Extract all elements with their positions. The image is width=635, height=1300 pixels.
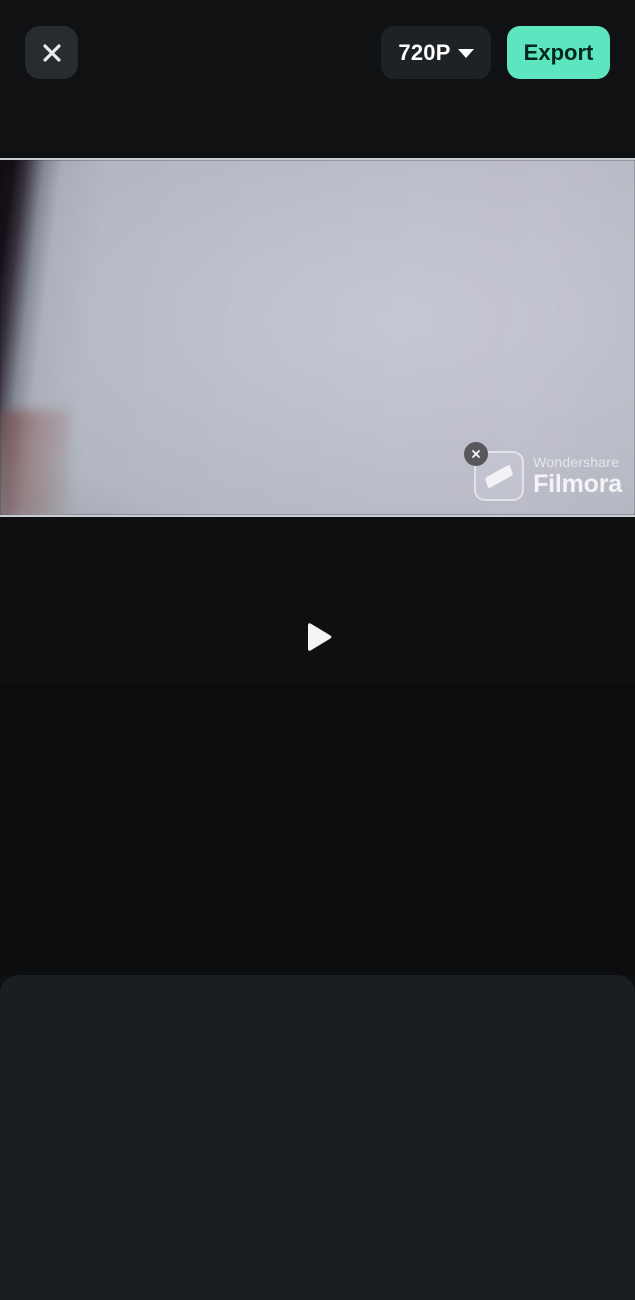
video-preview-area[interactable]: Wondershare Filmora xyxy=(0,155,635,520)
watermark: Wondershare Filmora xyxy=(464,442,622,501)
playback-area xyxy=(0,520,635,685)
watermark-text: Wondershare Filmora xyxy=(533,455,622,497)
close-icon xyxy=(41,42,63,64)
close-project-button[interactable] xyxy=(25,26,78,79)
watermark-brand-bottom: Filmora xyxy=(533,469,622,498)
play-button[interactable] xyxy=(301,620,335,656)
watermark-logo-wrap xyxy=(464,442,525,501)
timeline[interactable]: 00:00/00:05 00:00 00:02 00 Cover + Ope xyxy=(0,685,635,975)
close-icon xyxy=(472,450,480,458)
top-bar: 720P Export xyxy=(0,0,635,155)
play-icon xyxy=(308,623,332,651)
export-button[interactable]: Export xyxy=(507,26,610,79)
chevron-down-icon xyxy=(457,49,474,58)
watermark-brand-top: Wondershare xyxy=(533,454,620,471)
export-label: Export xyxy=(523,39,594,65)
speed-curve-panel: Normal Curve None xyxy=(0,975,635,1300)
preview-frame: Wondershare Filmora xyxy=(0,158,635,517)
resolution-selector[interactable]: 720P xyxy=(381,26,491,79)
resolution-value: 720P xyxy=(398,39,451,65)
watermark-close-button[interactable] xyxy=(464,442,489,466)
filmora-mobile-editor: 720P Export Wondershare Filmora xyxy=(0,0,635,1300)
filmora-slash-shape xyxy=(484,463,514,489)
